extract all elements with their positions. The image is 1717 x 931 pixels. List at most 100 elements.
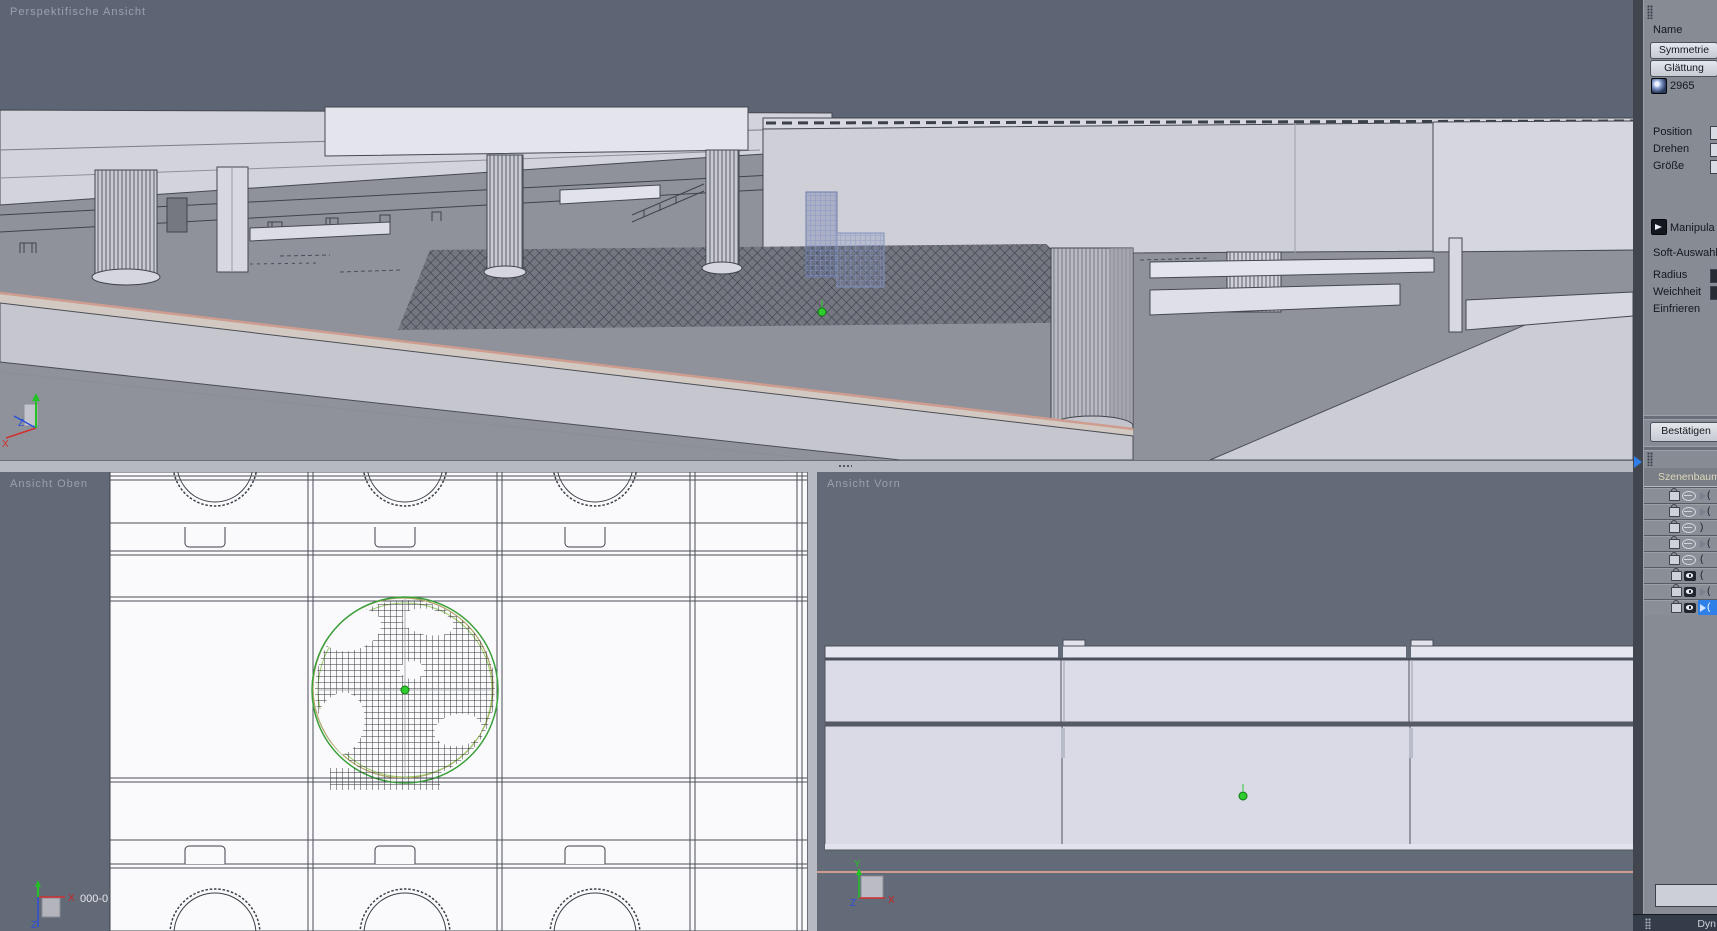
properties-panel: Name Symmetrie Glättung 2965 Position Dr… — [1643, 0, 1717, 931]
tree-row-end: ( — [1698, 552, 1717, 567]
tree-row[interactable]: ( — [1644, 583, 1717, 599]
viewport-front[interactable]: Y Z X Ansicht Vorn — [817, 472, 1633, 931]
scene-tree-field[interactable] — [1655, 884, 1717, 907]
lock-icon[interactable] — [1669, 519, 1680, 533]
tree-row[interactable]: ( — [1644, 535, 1717, 551]
axis-x-label: X — [68, 893, 75, 904]
expand-arrow-icon[interactable] — [1700, 587, 1706, 596]
eye-closed-icon[interactable] — [1682, 522, 1696, 533]
axis-x-label: X — [888, 895, 895, 906]
column-wireframe-3 — [701, 149, 743, 275]
position-label: Position — [1653, 126, 1693, 138]
eye-closed-icon[interactable] — [1682, 538, 1696, 549]
panel-grip[interactable] — [1647, 452, 1653, 466]
tree-row-end: ( — [1698, 488, 1717, 503]
polygon-object-icon[interactable] — [1651, 78, 1667, 94]
tree-row-label-fragment: ( — [1707, 538, 1711, 549]
tree-row-end: ) — [1698, 520, 1717, 535]
eye-open-icon[interactable] — [1684, 602, 1696, 613]
radius-label: Radius — [1653, 269, 1688, 281]
tree-row[interactable]: ( — [1644, 503, 1717, 519]
expand-arrow-icon[interactable] — [1700, 491, 1706, 500]
tree-row-label-fragment: ( — [1707, 506, 1711, 517]
soft-selection-label: Soft-Auswahl — [1653, 247, 1717, 259]
eye-closed-icon[interactable] — [1682, 506, 1696, 517]
scene-tree-tabbar: Szenenbaum — [1644, 468, 1717, 487]
column-large — [1050, 247, 1134, 437]
tree-row[interactable]: ( — [1644, 551, 1717, 567]
name-label: Name — [1653, 24, 1683, 36]
rotate-field[interactable] — [1710, 143, 1717, 157]
tree-row-label-fragment: ( — [1707, 602, 1711, 613]
expand-arrow-icon[interactable] — [1700, 539, 1706, 548]
top-view-scene[interactable]: X 000-0 Z — [0, 472, 807, 931]
column-wireframe-1 — [91, 169, 161, 286]
lock-icon[interactable] — [1671, 583, 1682, 597]
axis-z-label: Z — [18, 418, 24, 429]
symmetry-modifier-button[interactable]: Symmetrie — [1650, 42, 1717, 59]
tree-row-label-fragment: ( — [1707, 586, 1711, 597]
panel-splitter[interactable] — [1633, 0, 1643, 931]
tree-row-end: ( — [1698, 536, 1717, 551]
dock-tab-label[interactable]: Dyn — [1697, 918, 1716, 930]
object-id-label: 2965 — [1670, 80, 1695, 92]
application-window: Z X Perspektifische Ansicht X 000-0 Z An… — [0, 0, 1717, 931]
manipulator-icon[interactable] — [1651, 219, 1667, 235]
tree-row-label-fragment: ( — [1700, 554, 1704, 565]
ceiling-slab-right — [762, 117, 1633, 256]
expand-arrow-icon[interactable] — [1700, 507, 1706, 516]
tree-row-label-fragment: ( — [1707, 490, 1711, 501]
size-label: Größe — [1653, 160, 1685, 172]
confirm-button[interactable]: Bestätigen — [1650, 422, 1717, 442]
sky-background — [0, 0, 1633, 118]
eye-closed-icon[interactable] — [1682, 490, 1696, 501]
tree-row-end: ( — [1698, 568, 1717, 583]
panel-divider — [1644, 415, 1717, 420]
lock-icon[interactable] — [1671, 599, 1682, 613]
axis-z-label: Z — [850, 898, 856, 909]
size-field[interactable] — [1710, 160, 1717, 174]
tree-row-end: ( — [1698, 584, 1717, 599]
lock-icon[interactable] — [1669, 487, 1680, 501]
tree-row[interactable]: ( — [1644, 599, 1717, 615]
lock-icon[interactable] — [1669, 535, 1680, 549]
panel-collapse-arrow-icon[interactable] — [1634, 456, 1642, 468]
column-wireframe-2 — [483, 154, 527, 279]
freeze-label: Einfrieren — [1653, 303, 1701, 315]
perspective-scene[interactable]: Z X — [0, 0, 1633, 460]
lock-icon[interactable] — [1669, 551, 1680, 565]
eye-open-icon[interactable] — [1684, 570, 1696, 581]
axis-x-label: X — [2, 439, 9, 450]
tree-row-label-fragment: ) — [1700, 522, 1704, 533]
panel-grip[interactable] — [1647, 5, 1653, 19]
manipulator-label: Manipula — [1670, 222, 1715, 234]
tree-row-end: ( — [1698, 600, 1717, 615]
lock-icon[interactable] — [1669, 503, 1680, 517]
softness-label: Weichheit — [1653, 286, 1702, 298]
softness-field[interactable] — [1710, 286, 1717, 300]
tree-row-end: ( — [1698, 504, 1717, 519]
dock-grip[interactable] — [1645, 918, 1651, 929]
axis-y-label: Y — [854, 859, 861, 870]
eye-open-icon[interactable] — [1684, 586, 1696, 597]
tree-row[interactable]: ( — [1644, 567, 1717, 583]
bottom-dock-bar[interactable]: Dyn — [1633, 914, 1717, 931]
scene-tree-tab[interactable]: Szenenbaum — [1658, 471, 1717, 483]
tree-row[interactable]: ) — [1644, 519, 1717, 535]
radius-field[interactable] — [1710, 269, 1717, 283]
smoothing-modifier-button[interactable]: Glättung — [1650, 60, 1717, 77]
lock-icon[interactable] — [1671, 567, 1682, 581]
eye-closed-icon[interactable] — [1682, 554, 1696, 565]
tree-row-label-fragment: ( — [1700, 570, 1704, 581]
front-view-scene[interactable]: Y Z X — [817, 472, 1633, 931]
expand-arrow-icon[interactable] — [1700, 603, 1706, 612]
viewport-perspective[interactable]: Z X Perspektifische Ansicht — [0, 0, 1633, 460]
position-field[interactable] — [1710, 126, 1717, 140]
scene-tree-rows: (()((((( — [1644, 487, 1717, 615]
rotate-label: Drehen — [1653, 143, 1690, 155]
axis-z-label: Z — [31, 920, 37, 931]
tree-row[interactable]: ( — [1644, 487, 1717, 503]
panel-divider — [1644, 446, 1717, 451]
viewport-top[interactable]: X 000-0 Z Ansicht Oben — [0, 472, 807, 931]
splitter-grip[interactable] — [838, 464, 852, 469]
